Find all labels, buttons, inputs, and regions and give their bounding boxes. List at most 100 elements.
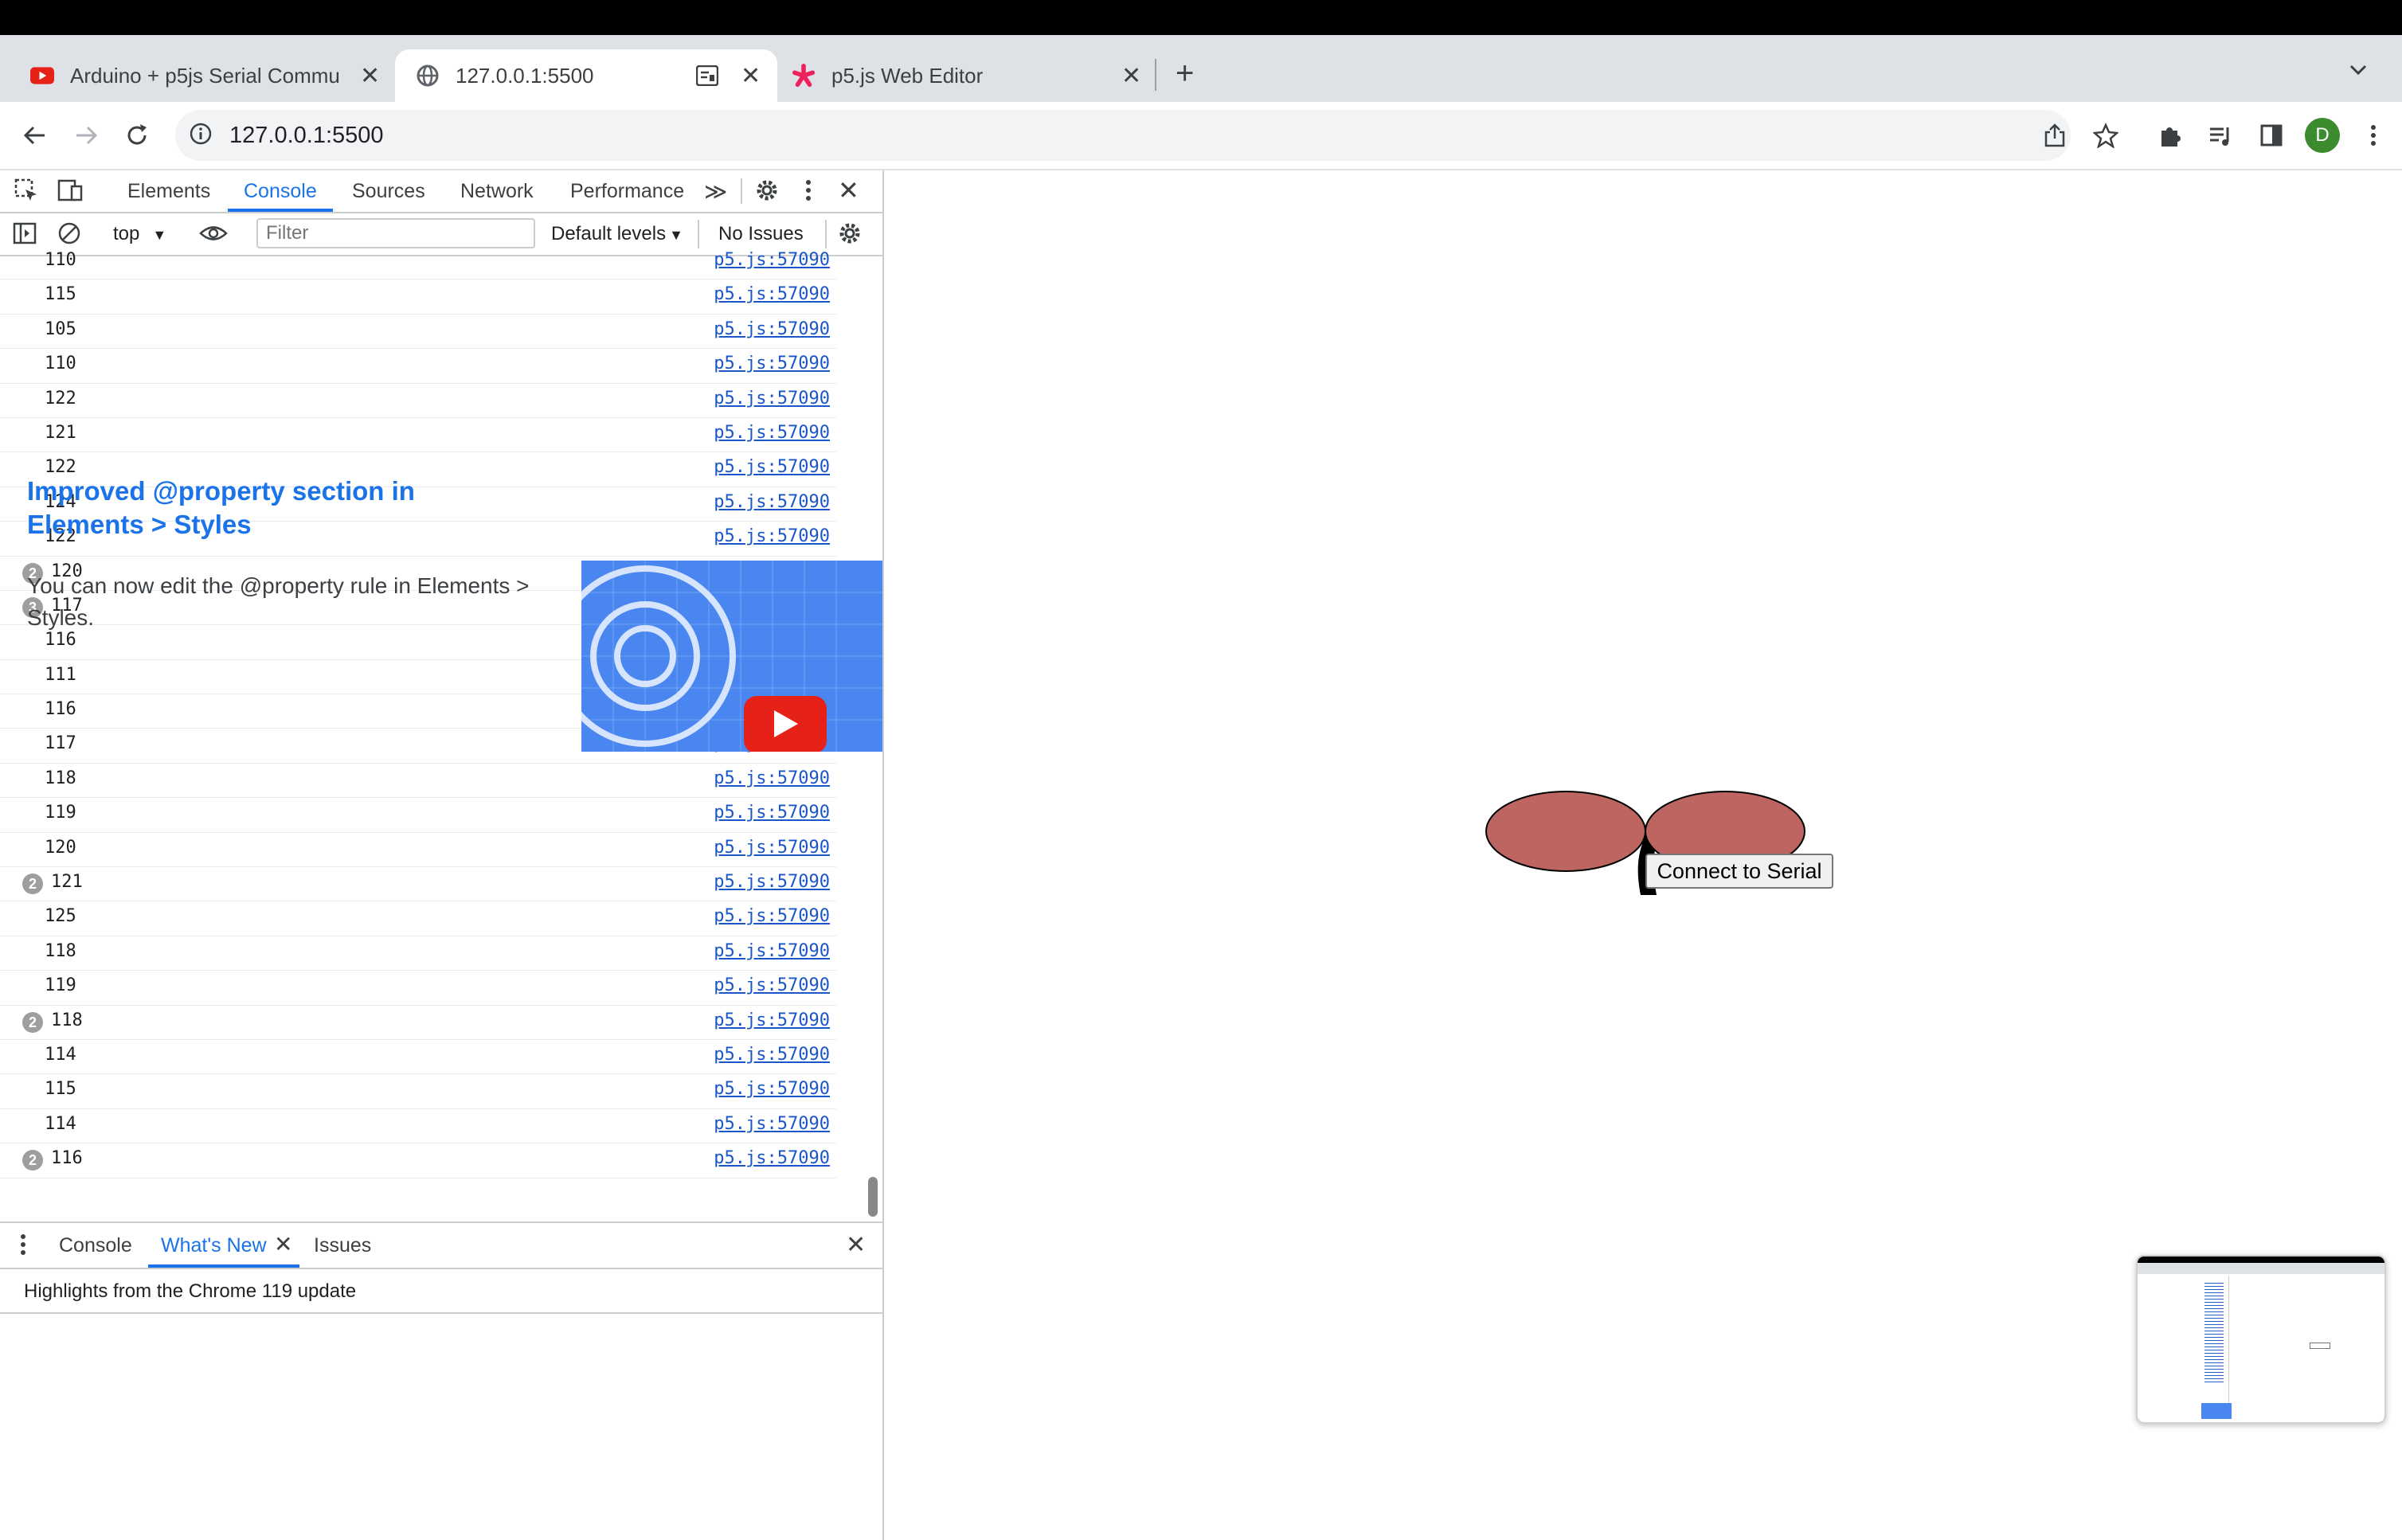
globe-icon <box>416 64 440 88</box>
tab-console[interactable]: Console <box>244 180 317 203</box>
p5-canvas-drawing <box>1485 791 1805 895</box>
log-source-link[interactable]: p5.js:57090 <box>714 1148 830 1168</box>
log-value: 119 <box>45 803 76 823</box>
inspect-element-icon[interactable] <box>14 178 38 208</box>
log-value: 114 <box>45 1044 76 1065</box>
close-devtools-icon[interactable]: ✕ <box>838 175 859 205</box>
drawer-tab-whats-new[interactable]: What's New <box>161 1234 267 1257</box>
youtube-icon <box>30 64 54 88</box>
forward-arrow-icon[interactable] <box>68 118 104 153</box>
log-value: 116 <box>45 699 76 720</box>
drawer-tab-issues[interactable]: Issues <box>314 1234 371 1257</box>
close-drawer-icon[interactable]: ✕ <box>846 1231 866 1259</box>
whats-new-feature-title[interactable]: Improved @property section in Elements >… <box>27 475 473 541</box>
log-value: 117 <box>45 733 76 754</box>
reload-icon[interactable] <box>119 118 155 153</box>
log-source-link[interactable]: p5.js:57090 <box>714 906 830 926</box>
log-source-link[interactable]: p5.js:57090 <box>714 284 830 304</box>
p5-asterisk-icon <box>792 64 816 88</box>
log-value: 105 <box>45 319 76 339</box>
tab-sources[interactable]: Sources <box>352 180 425 203</box>
url-text: 127.0.0.1:5500 <box>229 122 384 148</box>
side-panel-icon[interactable] <box>2254 118 2289 153</box>
issues-counter[interactable]: No Issues <box>718 223 804 245</box>
thumbnail-tabstrip <box>2138 1263 2384 1274</box>
browser-tab-strip: Arduino + p5js Serial Commun ✕ 127.0.0.1… <box>0 35 2402 102</box>
extensions-puzzle-icon[interactable] <box>2152 118 2187 153</box>
tab-elements[interactable]: Elements <box>127 180 210 203</box>
address-bar[interactable]: 127.0.0.1:5500 <box>175 110 2071 161</box>
log-source-link[interactable]: p5.js:57090 <box>714 250 830 270</box>
tab-p5-editor[interactable]: p5.js Web Editor ✕ <box>780 49 1155 102</box>
context-label: top <box>113 223 140 244</box>
context-selector[interactable]: top ▼ <box>113 223 166 245</box>
customize-kebab-icon[interactable] <box>804 178 812 208</box>
avatar[interactable]: D <box>2305 118 2340 153</box>
divider <box>825 220 827 248</box>
tab-performance[interactable]: Performance <box>570 180 684 203</box>
devtools-panel: Elements Console Sources Network Perform… <box>0 170 884 1540</box>
console-scrollbar[interactable] <box>868 1177 878 1217</box>
bookmark-star-icon[interactable] <box>2088 118 2123 153</box>
close-icon[interactable]: ✕ <box>1121 62 1141 90</box>
drawer-tab-console[interactable]: Console <box>59 1234 132 1257</box>
drawer-menu-kebab-icon[interactable] <box>19 1233 27 1262</box>
connect-to-serial-button[interactable]: Connect to Serial <box>1645 854 1833 889</box>
filter-input[interactable] <box>256 218 535 248</box>
console-log-row: 118 p5.js:57090 <box>0 936 836 971</box>
close-icon[interactable]: ✕ <box>360 62 380 90</box>
whats-new-video-thumbnail[interactable] <box>581 561 882 752</box>
devtools-tab-bar: Elements Console Sources Network Perform… <box>0 170 882 213</box>
browser-toolbar: 127.0.0.1:5500 D <box>0 102 2402 170</box>
log-source-link[interactable]: p5.js:57090 <box>714 319 830 339</box>
site-info-icon[interactable] <box>190 123 212 149</box>
log-source-link[interactable]: p5.js:57090 <box>714 1045 830 1065</box>
close-icon[interactable]: ✕ <box>741 62 761 90</box>
log-source-link[interactable]: p5.js:57090 <box>714 768 830 788</box>
log-source-link[interactable]: p5.js:57090 <box>714 1010 830 1030</box>
repeat-count-badge: 2 <box>22 1150 43 1171</box>
console-settings-gear-icon[interactable] <box>838 221 862 251</box>
tab-youtube[interactable]: Arduino + p5js Serial Commun ✕ <box>0 49 390 102</box>
log-source-link[interactable]: p5.js:57090 <box>714 423 830 443</box>
log-source-link[interactable]: p5.js:57090 <box>714 492 830 512</box>
console-log-row: 110 p5.js:57090 <box>0 349 836 384</box>
log-source-link[interactable]: p5.js:57090 <box>714 354 830 373</box>
log-source-link[interactable]: p5.js:57090 <box>714 872 830 892</box>
device-toggle-icon[interactable] <box>57 178 83 208</box>
tab-search-chevron-icon[interactable] <box>2346 57 2370 85</box>
log-value: 111 <box>45 664 76 685</box>
tab-localhost[interactable]: 127.0.0.1:5500 ✕ <box>395 49 777 102</box>
log-levels-dropdown[interactable]: Default levels ▼ <box>551 223 683 245</box>
log-levels-label: Default levels <box>551 223 667 244</box>
tab-network[interactable]: Network <box>460 180 534 203</box>
media-control-icon[interactable] <box>2203 118 2238 153</box>
log-source-link[interactable]: p5.js:57090 <box>714 975 830 995</box>
share-icon[interactable] <box>2037 118 2072 153</box>
log-source-link[interactable]: p5.js:57090 <box>714 526 830 546</box>
log-source-link[interactable]: p5.js:57090 <box>714 457 830 477</box>
back-arrow-icon[interactable] <box>18 118 53 153</box>
tab-title: 127.0.0.1:5500 <box>456 63 594 88</box>
active-tab-indicator <box>228 209 333 212</box>
log-value: 110 <box>45 354 76 374</box>
screen-thumbnail-preview[interactable] <box>2136 1255 2386 1424</box>
tab-audio-icon[interactable] <box>695 64 719 92</box>
log-source-link[interactable]: p5.js:57090 <box>714 803 830 823</box>
new-tab-icon[interactable]: + <box>1176 56 1194 92</box>
settings-gear-icon[interactable] <box>755 178 779 208</box>
log-value: 120 <box>45 837 76 858</box>
repeat-count-badge: 2 <box>22 874 43 895</box>
log-source-link[interactable]: p5.js:57090 <box>714 1079 830 1099</box>
drawer-tab-bar: Console What's New ✕ Issues ✕ <box>0 1223 882 1269</box>
log-source-link[interactable]: p5.js:57090 <box>714 389 830 408</box>
more-tabs-icon[interactable]: ≫ <box>704 178 727 205</box>
console-log-row: 125 p5.js:57090 <box>0 901 836 936</box>
close-tab-icon[interactable]: ✕ <box>274 1231 292 1257</box>
log-source-link[interactable]: p5.js:57090 <box>714 941 830 961</box>
console-log-row: 115 p5.js:57090 <box>0 279 836 315</box>
log-source-link[interactable]: p5.js:57090 <box>714 1114 830 1134</box>
log-value: 116 <box>51 1148 83 1169</box>
menu-kebab-icon[interactable] <box>2356 118 2391 153</box>
log-source-link[interactable]: p5.js:57090 <box>714 838 830 858</box>
